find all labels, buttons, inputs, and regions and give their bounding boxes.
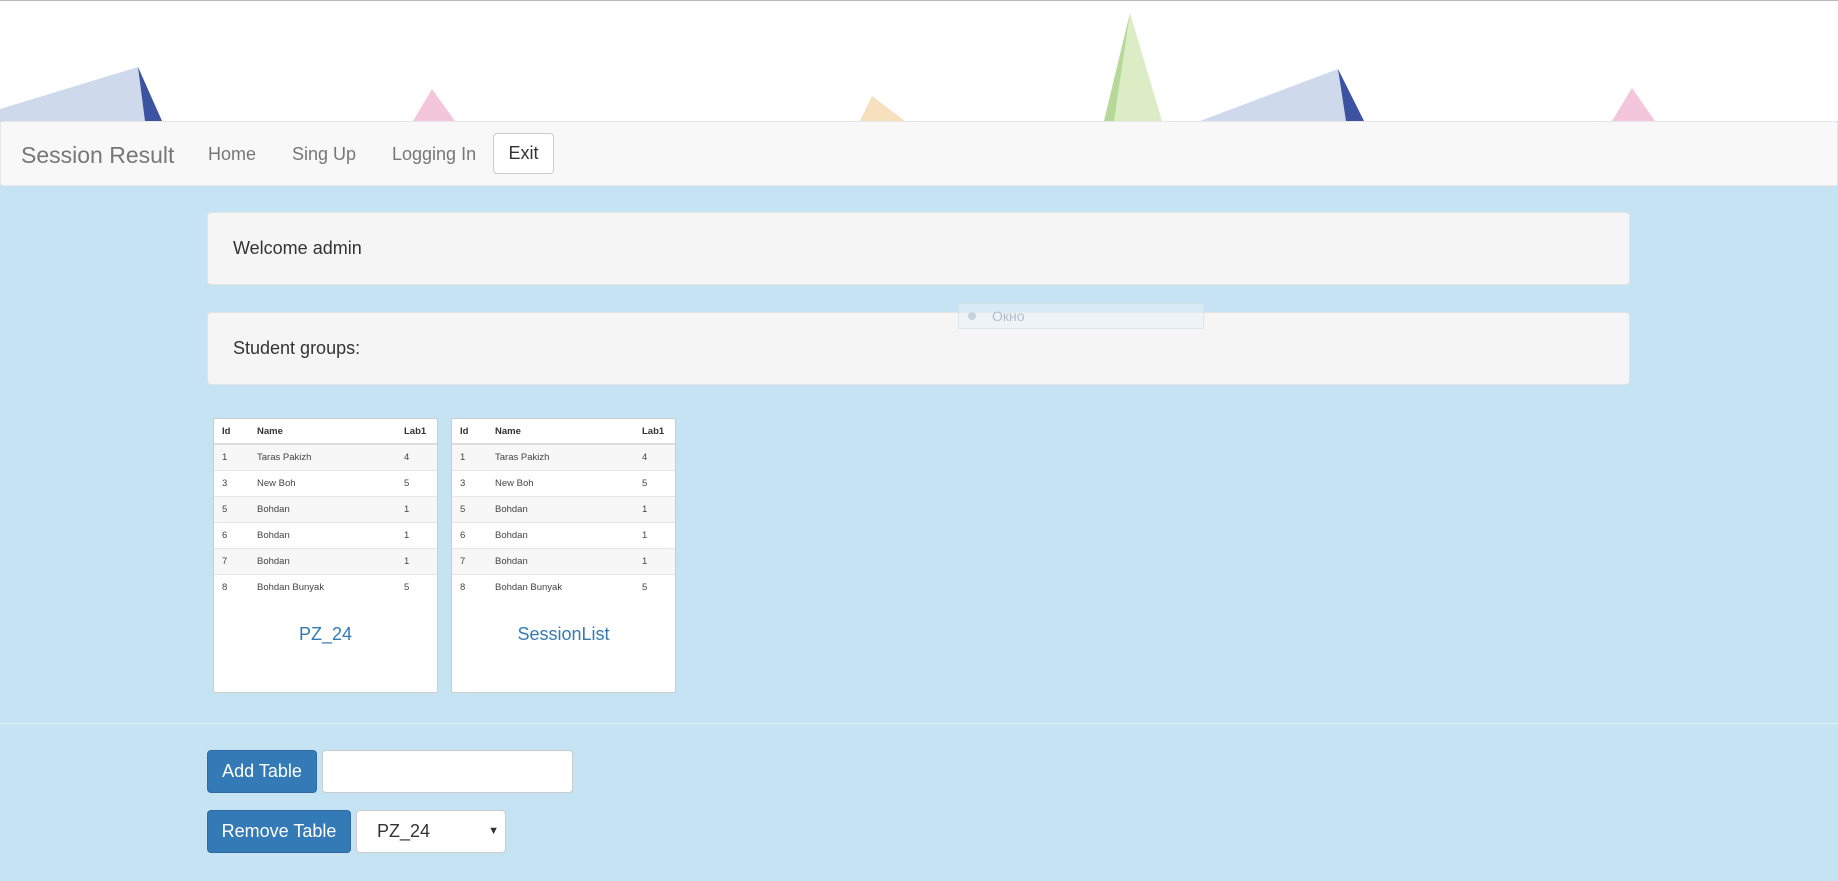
table-card-sessionlist[interactable]: Id Name Lab1 1 Taras Pakizh 4 3 New Boh 5 5B…: [451, 418, 676, 693]
cell-name: Taras Pakizh: [256, 443, 403, 471]
table-row: 8 Bohdan Bunyak 5: [214, 574, 437, 600]
cell-id: 8: [214, 574, 256, 600]
table-row: 7 Bohdan 1: [214, 548, 437, 575]
welcome-text: Welcome admin: [233, 238, 362, 258]
welcome-panel: Welcome admin: [207, 212, 1630, 285]
cell-name: Taras Pakizh: [494, 443, 641, 471]
cell-name: Bohdan: [494, 522, 641, 549]
cell-lab1: 1: [403, 548, 437, 575]
cell-id: 5: [452, 496, 494, 523]
column-header-id: Id: [452, 419, 494, 445]
cell-name: Bohdan Bunyak: [494, 574, 641, 600]
column-header-lab1: Lab1: [403, 419, 437, 445]
column-header-lab1: Lab1: [641, 419, 675, 445]
nav-home-link[interactable]: Home: [208, 144, 256, 165]
cell-lab1: 5: [403, 470, 437, 497]
groups-panel: Student groups:: [207, 312, 1630, 385]
exit-button[interactable]: Exit: [493, 133, 554, 174]
cell-lab1: 5: [641, 574, 675, 600]
table-row: 7 Bohdan 1: [452, 548, 675, 575]
cell-lab1: 1: [641, 522, 675, 549]
cell-lab1: 1: [641, 548, 675, 575]
table-row: 3 New Boh 5: [452, 470, 675, 497]
table-row: 5 Bohdan 1: [452, 496, 675, 523]
radio-dot-icon: [968, 312, 976, 320]
cell-lab1: 1: [641, 496, 675, 523]
preview-table: Id Name Lab1 1 Taras Pakizh 4 3 New Boh 5 5B…: [452, 419, 675, 600]
table-card-title-link[interactable]: SessionList: [452, 624, 675, 645]
groups-heading: Student groups:: [233, 338, 361, 358]
cell-id: 6: [452, 522, 494, 549]
cell-id: 3: [452, 470, 494, 497]
table-row: 8 Bohdan Bunyak 5: [452, 574, 675, 600]
cell-lab1: 4: [403, 443, 437, 471]
cell-name: Bohdan: [256, 522, 403, 549]
cell-id: 1: [214, 443, 256, 471]
cell-name: Bohdan: [256, 548, 403, 575]
column-header-name: Name: [494, 419, 641, 445]
cell-id: 1: [452, 443, 494, 471]
header-banner: [0, 1, 1838, 121]
caret-down-icon: ▼: [488, 825, 499, 837]
cell-id: 6: [214, 522, 256, 549]
cell-id: 7: [214, 548, 256, 575]
preview-table: Id Name Lab1 1 Taras Pakizh 4 3 New Boh 5 5B…: [214, 419, 437, 600]
cell-id: 3: [214, 470, 256, 497]
table-row: 1 Taras Pakizh 4: [452, 443, 675, 471]
navbar: Session Result Home Sing Up Logging In E…: [0, 121, 1838, 186]
column-header-id: Id: [214, 419, 256, 445]
table-row: 6 Bohdan 1: [452, 522, 675, 549]
remove-table-select[interactable]: PZ_24 ▼: [356, 810, 506, 853]
cell-lab1: 1: [403, 496, 437, 523]
cell-id: 7: [452, 548, 494, 575]
table-card-title-link[interactable]: PZ_24: [214, 624, 437, 645]
table-row: 1 Taras Pakizh 4: [214, 443, 437, 471]
cell-name: New Boh: [494, 470, 641, 497]
cell-name: Bohdan: [494, 548, 641, 575]
cell-lab1: 5: [641, 470, 675, 497]
add-table-button[interactable]: Add Table: [207, 750, 317, 793]
cell-name: Bohdan: [494, 496, 641, 523]
ghost-tooltip: Окно: [958, 303, 1204, 329]
cell-lab1: 5: [403, 574, 437, 600]
table-card-pz24[interactable]: Id Name Lab1 1 Taras Pakizh 4 3 New Boh 5 5B…: [213, 418, 438, 693]
table-name-input[interactable]: [322, 750, 573, 793]
cell-id: 5: [214, 496, 256, 523]
banner-decoration: [0, 13, 1655, 121]
cell-name: Bohdan: [256, 496, 403, 523]
table-row: 6 Bohdan 1: [214, 522, 437, 549]
cell-id: 8: [452, 574, 494, 600]
brand-link[interactable]: Session Result: [21, 142, 174, 169]
table-row: 5 Bohdan 1: [214, 496, 437, 523]
nav-login-link[interactable]: Logging In: [392, 144, 476, 165]
table-row: 3 New Boh 5: [214, 470, 437, 497]
remove-table-button[interactable]: Remove Table: [207, 810, 351, 853]
table-header-row: Id Name Lab1: [214, 419, 437, 445]
cell-lab1: 4: [641, 443, 675, 471]
nav-signup-link[interactable]: Sing Up: [292, 144, 356, 165]
cell-name: New Boh: [256, 470, 403, 497]
cell-name: Bohdan Bunyak: [256, 574, 403, 600]
section-divider: [0, 723, 1838, 724]
ghost-tooltip-label: Окно: [992, 308, 1025, 324]
table-header-row: Id Name Lab1: [452, 419, 675, 445]
cell-lab1: 1: [403, 522, 437, 549]
select-value: PZ_24: [377, 821, 431, 841]
column-header-name: Name: [256, 419, 403, 445]
